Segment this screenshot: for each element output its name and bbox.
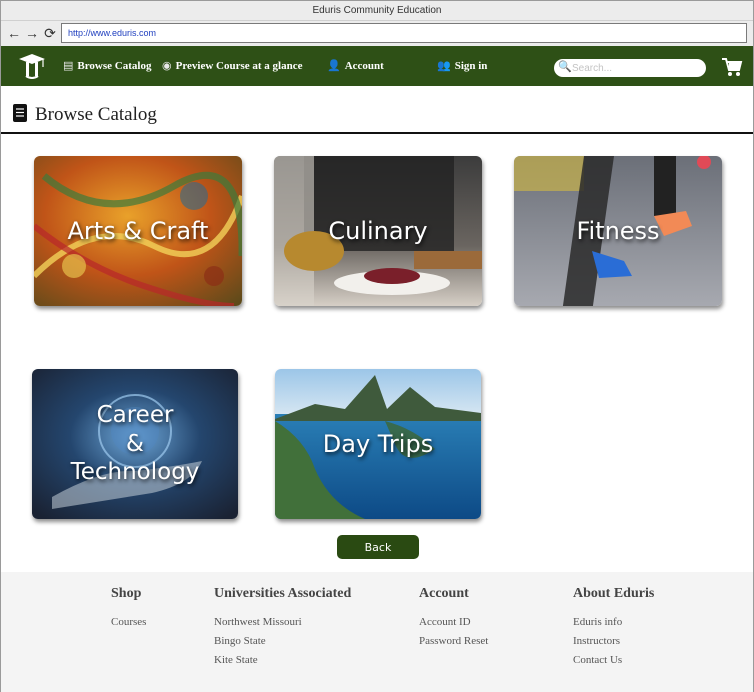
page-title: Browse Catalog [35,104,157,125]
category-label-line: Career [96,401,174,428]
nav-sign-in[interactable]: 👥 Sign in [437,46,487,86]
footer-link[interactable]: Kite State [214,654,351,666]
category-label: Fitness [576,217,660,245]
window-titlebar: Eduris Community Education [1,1,753,21]
search-icon[interactable]: 🔍 [558,60,572,73]
search-box: 🔍 [554,59,706,77]
category-card-career-technology[interactable]: Career & Technology [32,369,238,519]
footer-link[interactable]: Contact Us [573,654,654,666]
category-label: Culinary [328,217,428,245]
shopping-cart-icon[interactable] [721,56,743,78]
nav-sign-in-label: Sign in [454,60,488,72]
footer-heading: Account [419,586,469,601]
browser-window: Eduris Community Education ← → ⟳ http://… [0,0,754,692]
category-label-line: Technology [70,459,200,486]
footer-link[interactable]: Courses [111,616,146,628]
footer-heading: Shop [111,586,142,601]
nav-browse-catalog-label: Browse Catalog [77,60,152,72]
page-header: Browse Catalog [13,103,157,127]
window-title: Eduris Community Education [312,5,442,16]
search-input[interactable] [572,61,700,75]
footer-link[interactable]: Northwest Missouri [214,616,351,628]
footer-heading: Universities Associated [214,586,352,601]
catalog-book-icon [13,104,27,122]
category-label-line: & [126,430,144,457]
graduation-cap-logo-icon[interactable] [17,52,47,80]
footer-link[interactable]: Eduris info [573,616,654,628]
category-label: Day Trips [322,430,434,458]
catalog-list-icon: ▤ [63,59,74,72]
top-nav-bar: ▤ Browse Catalog ◉ Preview Course at a gla… [1,46,753,86]
category-card-fitness[interactable]: Fitness [514,156,722,306]
footer-column-shop: Shop Courses [111,586,146,635]
footer-column-account: Account Account ID Password Reset [419,586,488,654]
footer-link[interactable]: Bingo State [214,635,351,647]
footer-heading: About Eduris [573,586,655,601]
nav-preview-course[interactable]: ◉ Preview Course at a glance [162,46,303,86]
footer-link[interactable]: Password Reset [419,635,488,647]
footer: Shop Courses Universities Associated Nor… [1,572,753,692]
back-button[interactable]: Back [337,535,419,559]
header-divider [1,132,753,134]
forward-arrow-icon[interactable]: → [25,24,39,42]
category-label: Career & Technology [32,369,238,519]
user-icon: 👤 [327,59,341,72]
category-card-arts-craft[interactable]: Arts & Craft [34,156,242,306]
user-plus-icon: 👥 [437,59,451,72]
nav-account-label: Account [344,60,384,72]
reload-icon[interactable]: ⟳ [43,24,57,42]
address-bar-row: ← → ⟳ http://www.eduris.com [1,21,753,46]
footer-column-universities: Universities Associated Northwest Missou… [214,586,351,673]
footer-link[interactable]: Instructors [573,635,654,647]
footer-column-about: About Eduris Eduris info Instructors Con… [573,586,654,673]
eye-icon: ◉ [162,59,172,72]
category-label: Arts & Craft [67,217,209,245]
nav-account[interactable]: 👤 Account [327,46,384,86]
url-field[interactable]: http://www.eduris.com [61,23,747,43]
category-card-culinary[interactable]: Culinary [274,156,482,306]
category-card-day-trips[interactable]: Day Trips [275,369,481,519]
back-arrow-icon[interactable]: ← [7,24,21,42]
nav-preview-course-label: Preview Course at a glance [175,60,303,72]
nav-browse-catalog[interactable]: ▤ Browse Catalog [63,46,151,86]
footer-link[interactable]: Account ID [419,616,488,628]
